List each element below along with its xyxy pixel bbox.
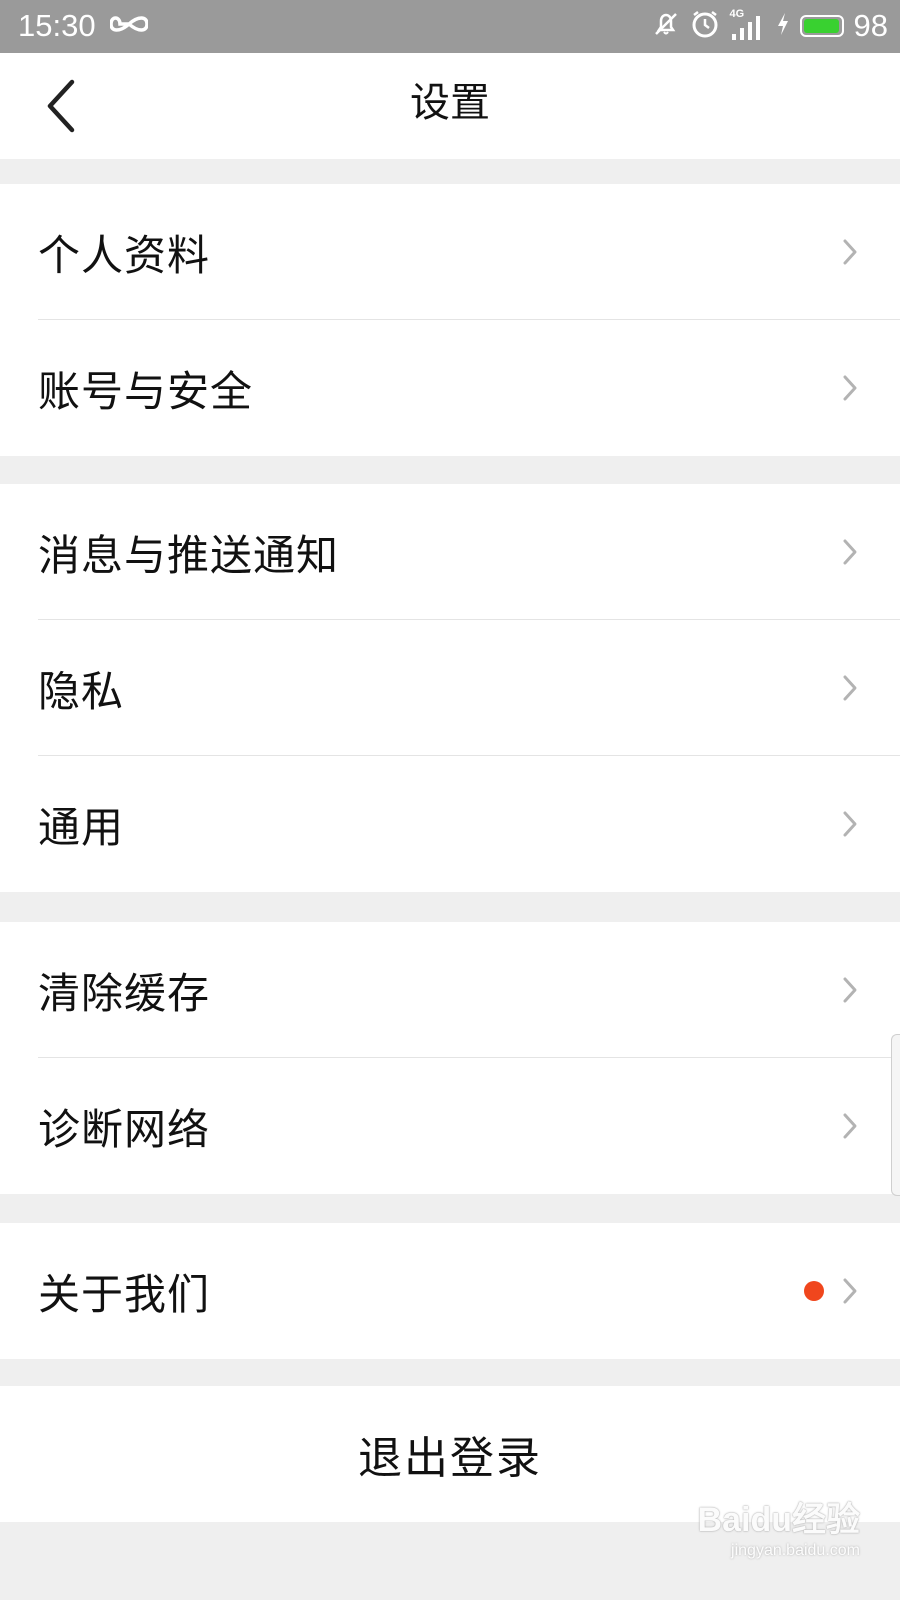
chevron-right-icon	[843, 675, 857, 701]
settings-group-profile: 个人资料 账号与安全	[0, 184, 900, 456]
settings-group-about: 关于我们	[0, 1223, 900, 1359]
settings-item-privacy[interactable]: 隐私	[0, 620, 900, 756]
settings-item-general[interactable]: 通用	[0, 756, 900, 892]
settings-item-label: 账号与安全	[38, 366, 254, 416]
watermark-url: jingyan.baidu.com	[731, 1542, 860, 1559]
settings-item-label: 诊断网络	[38, 1104, 211, 1154]
status-bar: 15:30 4G 98	[0, 0, 900, 53]
settings-item-label: 隐私	[38, 666, 125, 716]
chevron-right-icon	[843, 811, 857, 837]
chevron-right-icon	[843, 977, 857, 1003]
charging-icon	[776, 12, 790, 40]
settings-item-label: 关于我们	[38, 1269, 211, 1319]
battery-fill	[803, 19, 839, 33]
infinity-icon	[109, 12, 149, 40]
settings-item-label: 个人资料	[38, 230, 211, 280]
watermark-logo: Baidu经验	[697, 1501, 860, 1539]
settings-item-clear-cache[interactable]: 清除缓存	[0, 922, 900, 1058]
battery-percent: 98	[853, 8, 888, 43]
settings-group-general: 消息与推送通知 隐私 通用	[0, 484, 900, 892]
chevron-right-icon	[843, 239, 857, 265]
scroll-indicator[interactable]	[891, 1034, 900, 1196]
watermark: Baidu经验 jingyan.baidu.com	[698, 1500, 860, 1562]
settings-item-about-us[interactable]: 关于我们	[0, 1223, 900, 1359]
logout-label: 退出登录	[358, 1433, 542, 1484]
settings-item-label: 通用	[38, 802, 125, 852]
alarm-icon	[690, 9, 720, 43]
chevron-right-icon	[843, 539, 857, 565]
status-icons: 4G 98	[652, 6, 888, 46]
header: 设置	[0, 53, 900, 159]
settings-item-notifications[interactable]: 消息与推送通知	[0, 484, 900, 620]
status-time: 15:30	[18, 8, 96, 43]
settings-item-profile[interactable]: 个人资料	[0, 184, 900, 320]
settings-item-label: 清除缓存	[38, 968, 211, 1018]
chevron-right-icon	[843, 1278, 857, 1304]
battery-icon	[799, 15, 844, 37]
settings-group-tools: 清除缓存 诊断网络	[0, 922, 900, 1194]
chevron-right-icon	[843, 375, 857, 401]
red-dot-badge	[804, 1281, 824, 1301]
settings-item-diagnose-network[interactable]: 诊断网络	[0, 1058, 900, 1194]
chevron-right-icon	[843, 1113, 857, 1139]
signal-4g-icon: 4G	[730, 8, 766, 42]
mute-icon	[652, 10, 680, 42]
page-title: 设置	[410, 80, 490, 126]
settings-item-account-security[interactable]: 账号与安全	[0, 320, 900, 456]
settings-item-label: 消息与推送通知	[38, 530, 340, 580]
